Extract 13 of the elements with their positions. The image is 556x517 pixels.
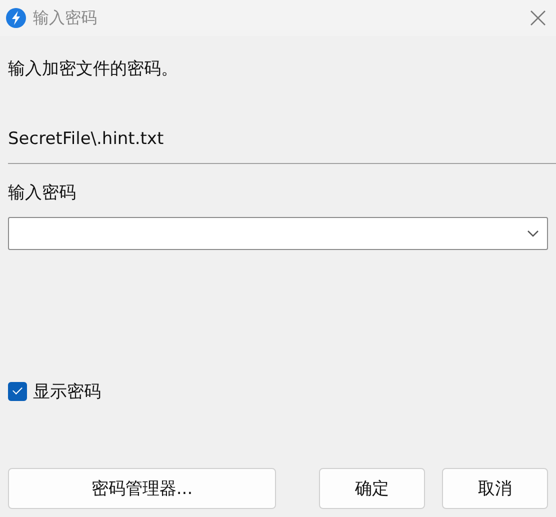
chevron-down-icon[interactable]	[527, 230, 539, 238]
instruction-text: 输入加密文件的密码。	[8, 58, 179, 80]
checkbox-label[interactable]: 显示密码	[33, 380, 101, 403]
file-path: SecretFile\.hint.txt	[8, 129, 165, 149]
checkbox[interactable]	[8, 382, 27, 401]
cancel-button[interactable]: 取消	[442, 468, 548, 509]
field-label: 输入密码	[8, 182, 77, 204]
window-title: 输入密码	[33, 8, 97, 28]
ok-button[interactable]: 确定	[319, 468, 425, 509]
close-button[interactable]	[530, 10, 546, 26]
password-combo-box[interactable]	[8, 217, 548, 250]
password-manager-button[interactable]: 密码管理器...	[8, 468, 276, 509]
lightning-bolt-icon	[6, 8, 26, 28]
